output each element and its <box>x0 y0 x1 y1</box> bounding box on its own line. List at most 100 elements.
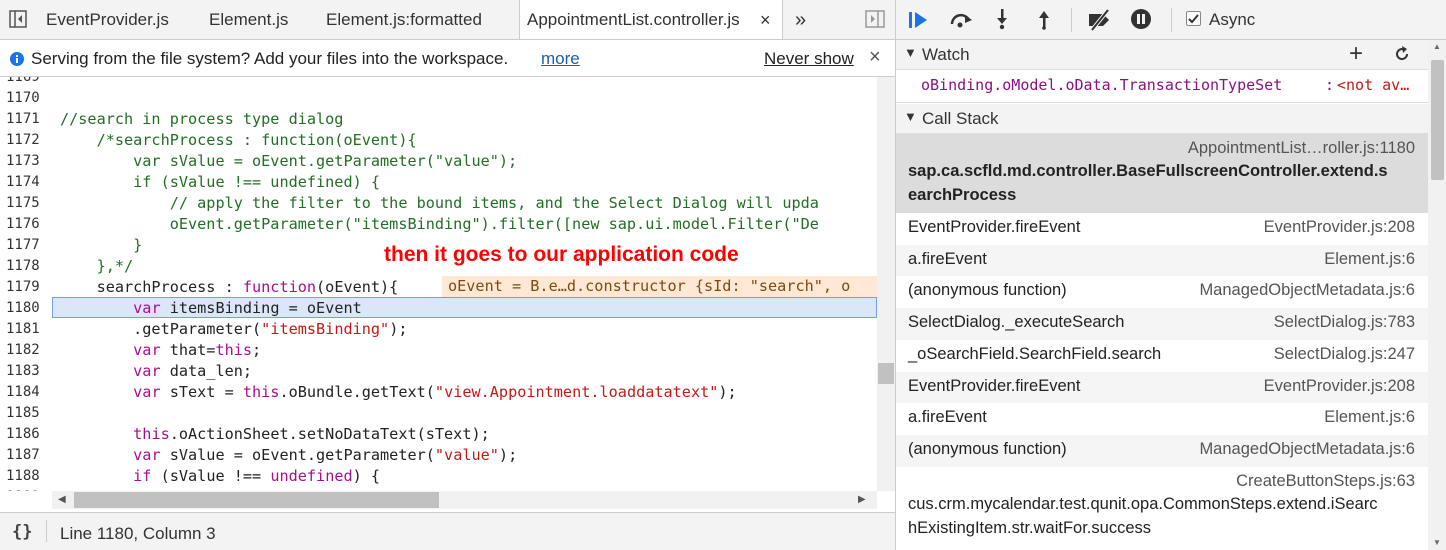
divider <box>46 520 47 542</box>
code-line[interactable]: var sValue = oEvent.getParameter("value"… <box>60 445 517 466</box>
scrollbar-thumb[interactable] <box>74 492 439 508</box>
line-number[interactable]: 1183 <box>6 361 46 382</box>
frame-function-name: a.fireEvent <box>908 408 987 427</box>
line-number[interactable]: 1182 <box>6 340 46 361</box>
line-number[interactable]: 1174 <box>6 172 46 193</box>
status-bar: {} Line 1180, Column 3 <box>0 512 895 550</box>
code-line[interactable]: if (sValue !== undefined) { <box>60 172 380 193</box>
watch-expression-row[interactable]: oBinding.oModel.oData.TransactionTypeSet… <box>896 70 1428 103</box>
line-number[interactable]: 1180 <box>6 298 46 319</box>
async-checkbox[interactable] <box>1186 11 1201 26</box>
code-line[interactable]: searchProcess : function(oEvent){ <box>60 277 399 298</box>
pretty-print-button[interactable]: {} <box>12 522 32 542</box>
code-line[interactable]: } <box>60 235 142 256</box>
frame-function-name: _oSearchField.SearchField.search <box>908 344 1162 363</box>
line-number[interactable]: 1179 <box>6 277 46 298</box>
async-label: Async <box>1209 10 1256 29</box>
code-line[interactable]: var that=this; <box>60 340 261 361</box>
frame-function-name: a.fireEvent <box>908 249 987 268</box>
watch-section-header[interactable]: ▼ Watch + <box>896 40 1446 70</box>
line-number[interactable]: 1188 <box>6 466 46 487</box>
cursor-position: Line 1180, Column 3 <box>60 524 216 543</box>
frame-location: Element.js:6 <box>1324 408 1415 427</box>
scroll-left-icon[interactable]: ◀ <box>58 494 66 505</box>
line-number[interactable]: 1184 <box>6 382 46 403</box>
line-number[interactable]: 1169 <box>6 77 46 88</box>
infobar-more-link[interactable]: more <box>541 49 580 69</box>
tab-appointmentlist-controller[interactable]: AppointmentList.controller.js × <box>519 0 783 39</box>
tab-element[interactable]: Element.js <box>209 0 288 39</box>
refresh-watch-icon[interactable] <box>1393 45 1411 68</box>
editor-vertical-scrollbar[interactable] <box>877 77 895 491</box>
call-frame[interactable]: SelectDialog._executeSearch SelectDialog.… <box>896 308 1428 340</box>
toggle-navigator-icon[interactable] <box>9 10 27 28</box>
line-number[interactable]: 1177 <box>6 235 46 256</box>
tab-label: AppointmentList.controller.js <box>527 10 740 29</box>
tab-element-formatted[interactable]: Element.js:formatted <box>326 0 482 39</box>
call-stack-title: Call Stack <box>922 109 999 128</box>
editor-horizontal-scrollbar[interactable]: ◀ ▶ <box>52 491 877 509</box>
step-out-icon[interactable] <box>1036 8 1052 35</box>
code-line[interactable]: var itemsBinding = oEvent <box>60 298 362 319</box>
resume-icon[interactable] <box>908 10 932 35</box>
tab-eventprovider[interactable]: EventProvider.js <box>46 0 169 39</box>
line-number[interactable]: 1181 <box>6 319 46 340</box>
sidebar-scrollbar[interactable]: ▲ ▼ <box>1428 40 1446 550</box>
close-infobar-icon[interactable]: × <box>869 46 881 69</box>
call-frame[interactable]: a.fireEvent Element.js:6 <box>896 244 1428 277</box>
deactivate-breakpoints-icon[interactable] <box>1086 8 1114 36</box>
divider <box>1171 8 1172 32</box>
line-number[interactable]: 1187 <box>6 445 46 466</box>
line-number[interactable]: 1173 <box>6 151 46 172</box>
call-frame-selected[interactable]: AppointmentList…roller.js:1180 sap.ca.scf… <box>896 134 1428 213</box>
code-line[interactable]: var data_len; <box>60 361 252 382</box>
close-tab-icon[interactable]: × <box>760 0 771 40</box>
scrollbar-thumb[interactable] <box>878 363 894 384</box>
gutter-scroll-filler <box>0 491 52 512</box>
code-line[interactable]: var sText = this.oBundle.getText("view.A… <box>60 382 737 403</box>
code-line[interactable]: // apply the filter to the bound items, … <box>60 193 819 214</box>
code-line[interactable]: this.oActionSheet.setNoDataText(sText); <box>60 424 490 445</box>
never-show-link[interactable]: Never show <box>764 49 854 69</box>
scroll-right-icon[interactable]: ▶ <box>858 494 866 505</box>
call-frame[interactable]: _oSearchField.SearchField.search SelectDi… <box>896 339 1428 372</box>
scrollbar-thumb[interactable] <box>1431 60 1444 180</box>
line-number[interactable]: 1172 <box>6 130 46 151</box>
line-number[interactable]: 1170 <box>6 88 46 109</box>
call-frame[interactable]: CreateButtonSteps.js:63 cus.crm.mycalenda… <box>896 466 1428 546</box>
step-into-icon[interactable] <box>994 8 1010 35</box>
code-line[interactable]: //search in process type dialog <box>60 109 343 130</box>
call-frame[interactable]: (anonymous function) ManagedObjectMetadat… <box>896 276 1428 309</box>
code-line[interactable]: .getParameter("itemsBinding"); <box>60 319 407 340</box>
scroll-down-icon[interactable]: ▼ <box>1433 538 1441 547</box>
line-number[interactable]: 1175 <box>6 193 46 214</box>
scroll-up-icon[interactable]: ▲ <box>1433 42 1441 51</box>
pause-on-exceptions-icon[interactable] <box>1130 8 1152 35</box>
tab-overflow-icon[interactable]: » <box>795 0 806 39</box>
line-number[interactable]: 1186 <box>6 424 46 445</box>
frame-function-name: (anonymous function) <box>908 281 1067 300</box>
watch-title: Watch <box>922 45 970 64</box>
line-number[interactable]: 1178 <box>6 256 46 277</box>
code-line[interactable]: /*searchProcess : function(oEvent){ <box>60 130 417 151</box>
watch-colon: : <box>1325 76 1335 94</box>
code-editor[interactable]: oEvent = B.e…d.constructor {sId: "search… <box>0 77 877 491</box>
code-line[interactable]: },*/ <box>60 256 134 277</box>
code-line[interactable]: var sValue = oEvent.getParameter("value"… <box>60 151 517 172</box>
toggle-debugger-icon[interactable] <box>865 10 885 28</box>
frame-function-name: EventProvider.fireEvent <box>908 376 1081 395</box>
call-frame[interactable]: EventProvider.fireEvent EventProvider.js:… <box>896 371 1428 404</box>
code-line[interactable]: oEvent.getParameter("itemsBinding").filt… <box>60 214 819 235</box>
line-number[interactable]: 1176 <box>6 214 46 235</box>
call-frame[interactable]: (anonymous function) ManagedObjectMetadat… <box>896 434 1428 467</box>
add-watch-icon[interactable]: + <box>1349 40 1363 68</box>
divider <box>1071 8 1072 32</box>
line-number[interactable]: 1171 <box>6 109 46 130</box>
step-over-icon[interactable] <box>948 9 974 34</box>
call-frame[interactable]: EventProvider.fireEvent EventProvider.js:… <box>896 213 1428 245</box>
code-line[interactable]: if (sValue !== undefined) { <box>60 466 380 487</box>
call-stack-section-header[interactable]: ▼ Call Stack <box>896 104 1446 134</box>
line-number[interactable]: 1185 <box>6 403 46 424</box>
frame-function-name-cont: hExistingItem.str.waitFor.success <box>908 518 1151 537</box>
call-frame[interactable]: a.fireEvent Element.js:6 <box>896 403 1428 435</box>
